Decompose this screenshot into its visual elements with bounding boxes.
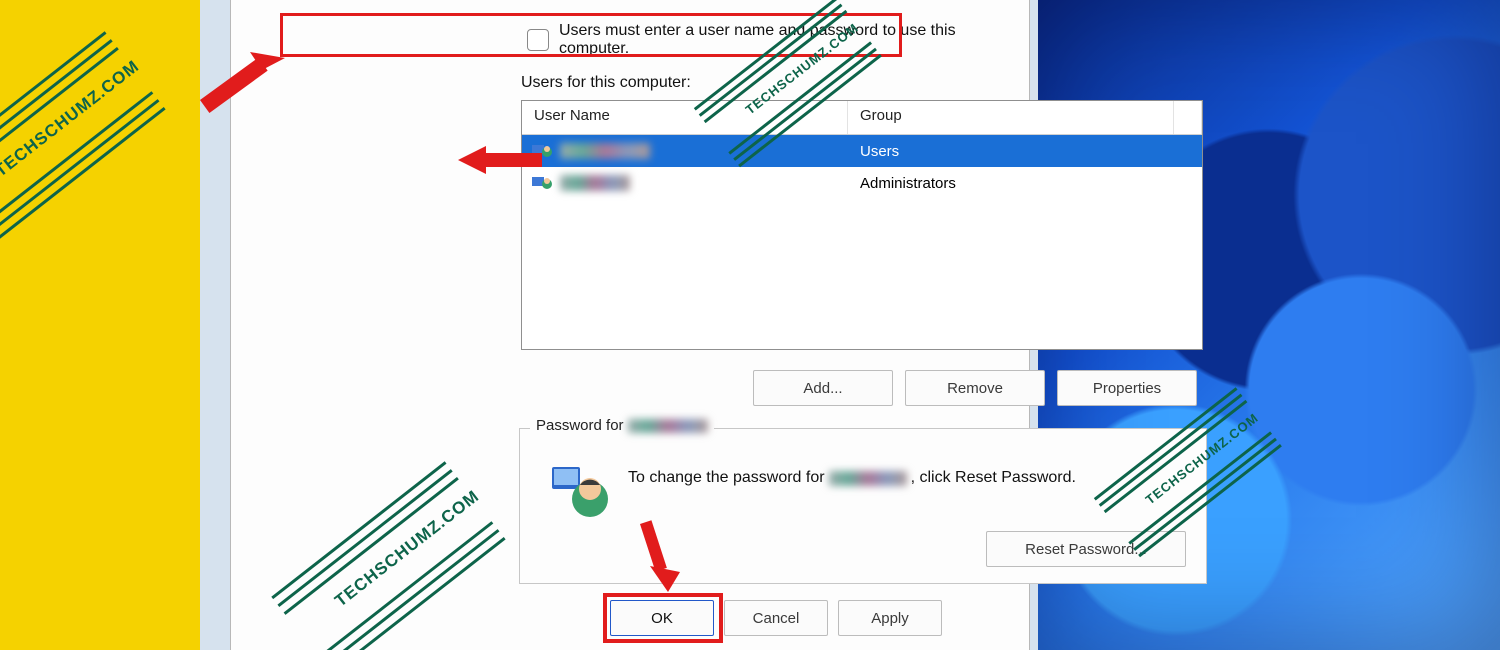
password-groupbox: Password for To change the password for … xyxy=(519,428,1207,584)
user-action-buttons: Add... Remove Properties xyxy=(753,370,1197,406)
user-accounts-dialog: Users must enter a user name and passwor… xyxy=(230,0,1030,650)
require-login-row: Users must enter a user name and passwor… xyxy=(527,22,1029,58)
table-header: User Name Group xyxy=(522,101,1202,135)
properties-button[interactable]: Properties xyxy=(1057,370,1197,406)
table-row[interactable]: Users xyxy=(522,135,1202,167)
users-for-label: Users for this computer: xyxy=(521,74,691,92)
user-avatar-icon xyxy=(550,461,612,523)
require-login-checkbox[interactable] xyxy=(527,29,549,51)
group-cell: Administrators xyxy=(848,175,1202,192)
user-name-redacted xyxy=(560,175,630,191)
add-button[interactable]: Add... xyxy=(753,370,893,406)
ok-button[interactable]: OK xyxy=(610,600,714,636)
table-body: Users Administrators xyxy=(522,135,1202,199)
reset-password-button[interactable]: Reset Password... xyxy=(986,531,1186,567)
user-name-redacted xyxy=(560,143,650,159)
password-legend-prefix: Password for xyxy=(536,417,624,434)
user-icon xyxy=(532,142,554,160)
password-message-suffix: , click Reset Password. xyxy=(911,469,1076,487)
cancel-button[interactable]: Cancel xyxy=(724,600,828,636)
column-user-name[interactable]: User Name xyxy=(522,101,848,134)
password-message: To change the password for , click Reset… xyxy=(628,469,1076,487)
dialog-footer: OK Cancel Apply xyxy=(610,600,942,636)
password-message-prefix: To change the password for xyxy=(628,469,825,487)
column-group[interactable]: Group xyxy=(848,101,1174,134)
remove-button[interactable]: Remove xyxy=(905,370,1045,406)
group-cell: Users xyxy=(848,143,1202,160)
table-row[interactable]: Administrators xyxy=(522,167,1202,199)
watermark-text: TECHSCHUMZ.COM xyxy=(0,56,143,181)
password-legend: Password for xyxy=(530,417,714,434)
user-icon xyxy=(532,174,554,192)
watermark: TECHSCHUMZ.COM xyxy=(0,37,158,242)
legend-user-redacted xyxy=(628,419,708,433)
column-spacer xyxy=(1174,101,1202,134)
users-table: User Name Group Users xyxy=(521,100,1203,350)
require-login-label: Users must enter a user name and passwor… xyxy=(559,22,1029,58)
apply-button[interactable]: Apply xyxy=(838,600,942,636)
message-user-redacted xyxy=(829,471,907,486)
